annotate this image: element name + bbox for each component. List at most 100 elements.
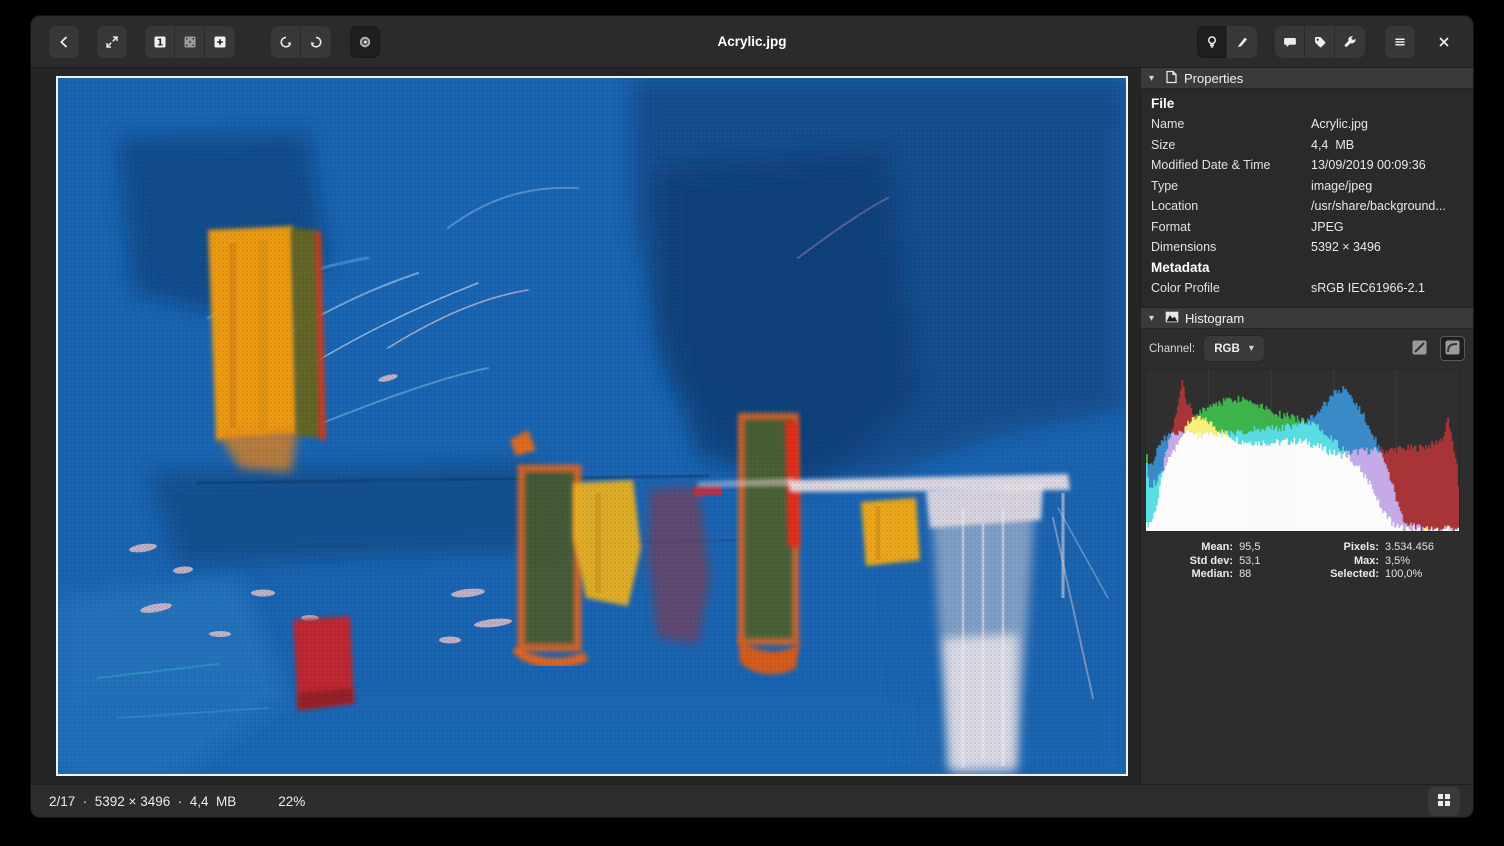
property-value: Acrylic.jpg <box>1311 117 1463 131</box>
comment-icon <box>1282 34 1298 50</box>
property-row: Typeimage/jpeg <box>1151 176 1463 197</box>
zoom-level: 22% <box>278 794 305 809</box>
stat-value: 53,1 <box>1239 555 1289 569</box>
properties-doc-icon <box>1165 70 1178 87</box>
metadata-heading: Metadata <box>1151 258 1463 278</box>
main-menu-button[interactable] <box>1385 26 1415 58</box>
channel-value: RGB <box>1214 343 1240 355</box>
zoom-fit-button[interactable] <box>175 26 205 58</box>
content-area: ▾ Properties File NameAcrylic.jpgSize4,4… <box>31 68 1473 784</box>
rotate-right-icon <box>308 34 324 50</box>
zoom-original-button[interactable]: 1 <box>145 26 175 58</box>
properties-toggle-button[interactable] <box>1197 26 1227 58</box>
histogram-canvas <box>1146 370 1459 531</box>
view-tools-group <box>1197 26 1257 58</box>
grid-icon <box>1437 793 1451 810</box>
property-row: Modified Date & Time13/09/2019 00:09:36 <box>1151 155 1463 176</box>
svg-text:1: 1 <box>156 37 163 48</box>
property-value: /usr/share/background... <box>1311 199 1463 213</box>
status-info: 2/17 · 5392 × 3496 · 4,4 MB <box>49 794 236 809</box>
header-bar: Acrylic.jpg <box>31 16 1473 68</box>
file-rows: NameAcrylic.jpgSize4,4 MBModified Date &… <box>1151 114 1463 258</box>
comment-button[interactable] <box>1275 26 1305 58</box>
stat-value: 3,5% <box>1385 555 1449 569</box>
collapse-arrow-icon: ▾ <box>1149 313 1159 324</box>
rotate-left-button[interactable] <box>271 26 301 58</box>
close-icon <box>1436 34 1452 50</box>
property-label: Modified Date & Time <box>1151 158 1311 172</box>
property-value: 13/09/2019 00:09:36 <box>1311 158 1463 172</box>
tags-button[interactable] <box>1305 26 1335 58</box>
property-value: JPEG <box>1311 220 1463 234</box>
stat-value: 95,5 <box>1239 541 1289 555</box>
property-row: FormatJPEG <box>1151 217 1463 238</box>
fullscreen-icon <box>104 34 120 50</box>
edit-image-button[interactable] <box>1227 26 1257 58</box>
contrast-icon <box>357 34 373 50</box>
property-row: Size4,4 MB <box>1151 135 1463 156</box>
logarithmic-scale-button[interactable] <box>1440 336 1465 361</box>
back-group <box>49 26 79 58</box>
stat-row: Pixels: 3.534.456 <box>1289 541 1449 555</box>
linear-scale-button[interactable] <box>1407 336 1432 361</box>
collapse-arrow-icon: ▾ <box>1149 73 1159 84</box>
back-icon <box>56 34 72 50</box>
property-row: NameAcrylic.jpg <box>1151 114 1463 135</box>
properties-section-title: Properties <box>1184 71 1243 86</box>
image-viewer-window: Acrylic.jpg <box>30 15 1474 818</box>
zoom-original-icon: 1 <box>152 34 168 50</box>
property-value: 5392 × 3496 <box>1311 240 1463 254</box>
histogram-controls: Channel: RGB ▾ <box>1141 329 1473 367</box>
thumbnail-grid-button[interactable] <box>1428 787 1460 816</box>
contrast-toggle-button[interactable] <box>350 26 380 58</box>
stat-value: 3.534.456 <box>1385 541 1449 555</box>
wrench-icon <box>1342 34 1358 50</box>
zoom-in-icon <box>212 34 228 50</box>
stat-row: Max: 3,5% <box>1289 555 1449 569</box>
menu-group <box>1385 26 1415 58</box>
stat-row: Median:88 <box>1141 568 1289 582</box>
stats-right-column: Pixels:3.534.456Max:3,5%Selected:100,0% <box>1289 541 1449 582</box>
tag-icon <box>1312 34 1328 50</box>
property-label: Type <box>1151 179 1311 193</box>
zoom-in-button[interactable] <box>205 26 235 58</box>
close-button[interactable] <box>1429 26 1459 58</box>
desktop: Acrylic.jpg <box>0 0 1504 846</box>
property-label: Format <box>1151 220 1311 234</box>
brush-icon <box>1234 34 1250 50</box>
status-bar: 2/17 · 5392 × 3496 · 4,4 MB 22% <box>31 784 1473 817</box>
histogram-stats: Mean: 95,5Std dev:53,1Median:88 Pixels: 3.… <box>1141 532 1473 582</box>
histogram-plot <box>1145 369 1460 532</box>
channel-label: Channel: <box>1149 343 1195 355</box>
properties-section-header[interactable]: ▾ Properties <box>1141 68 1473 89</box>
property-row: Color ProfilesRGB IEC61966-2.1 <box>1151 278 1463 299</box>
linear-scale-icon <box>1412 340 1427 358</box>
channel-dropdown[interactable]: RGB ▾ <box>1203 335 1265 362</box>
properties-sidebar: ▾ Properties File NameAcrylic.jpgSize4,4… <box>1140 68 1473 784</box>
image-canvas[interactable] <box>56 76 1128 776</box>
property-label: Name <box>1151 117 1311 131</box>
rotate-group <box>271 26 331 58</box>
property-row: Dimensions5392 × 3496 <box>1151 237 1463 258</box>
lightbulb-icon <box>1204 34 1220 50</box>
image-view-area <box>31 68 1140 784</box>
file-heading: File <box>1151 94 1463 114</box>
stat-label: Pixels: <box>1289 541 1379 555</box>
artwork-acrylic-painting <box>58 78 1126 774</box>
rotate-right-button[interactable] <box>301 26 331 58</box>
stat-label: Max: <box>1289 555 1379 569</box>
back-button[interactable] <box>49 26 79 58</box>
hamburger-menu-icon <box>1392 34 1408 50</box>
property-label: Location <box>1151 199 1311 213</box>
stat-row: Std dev:53,1 <box>1141 555 1289 569</box>
histogram-section-header[interactable]: ▾ Histogram <box>1141 308 1473 329</box>
stat-label: Mean: <box>1141 541 1233 555</box>
stat-row: Mean: 95,5 <box>1141 541 1289 555</box>
contrast-group <box>350 26 380 58</box>
logarithmic-scale-icon <box>1445 340 1460 358</box>
tools-button[interactable] <box>1335 26 1365 58</box>
property-label: Color Profile <box>1151 281 1311 295</box>
fullscreen-button[interactable] <box>97 26 127 58</box>
property-label: Dimensions <box>1151 240 1311 254</box>
chevron-down-icon: ▾ <box>1249 343 1254 354</box>
